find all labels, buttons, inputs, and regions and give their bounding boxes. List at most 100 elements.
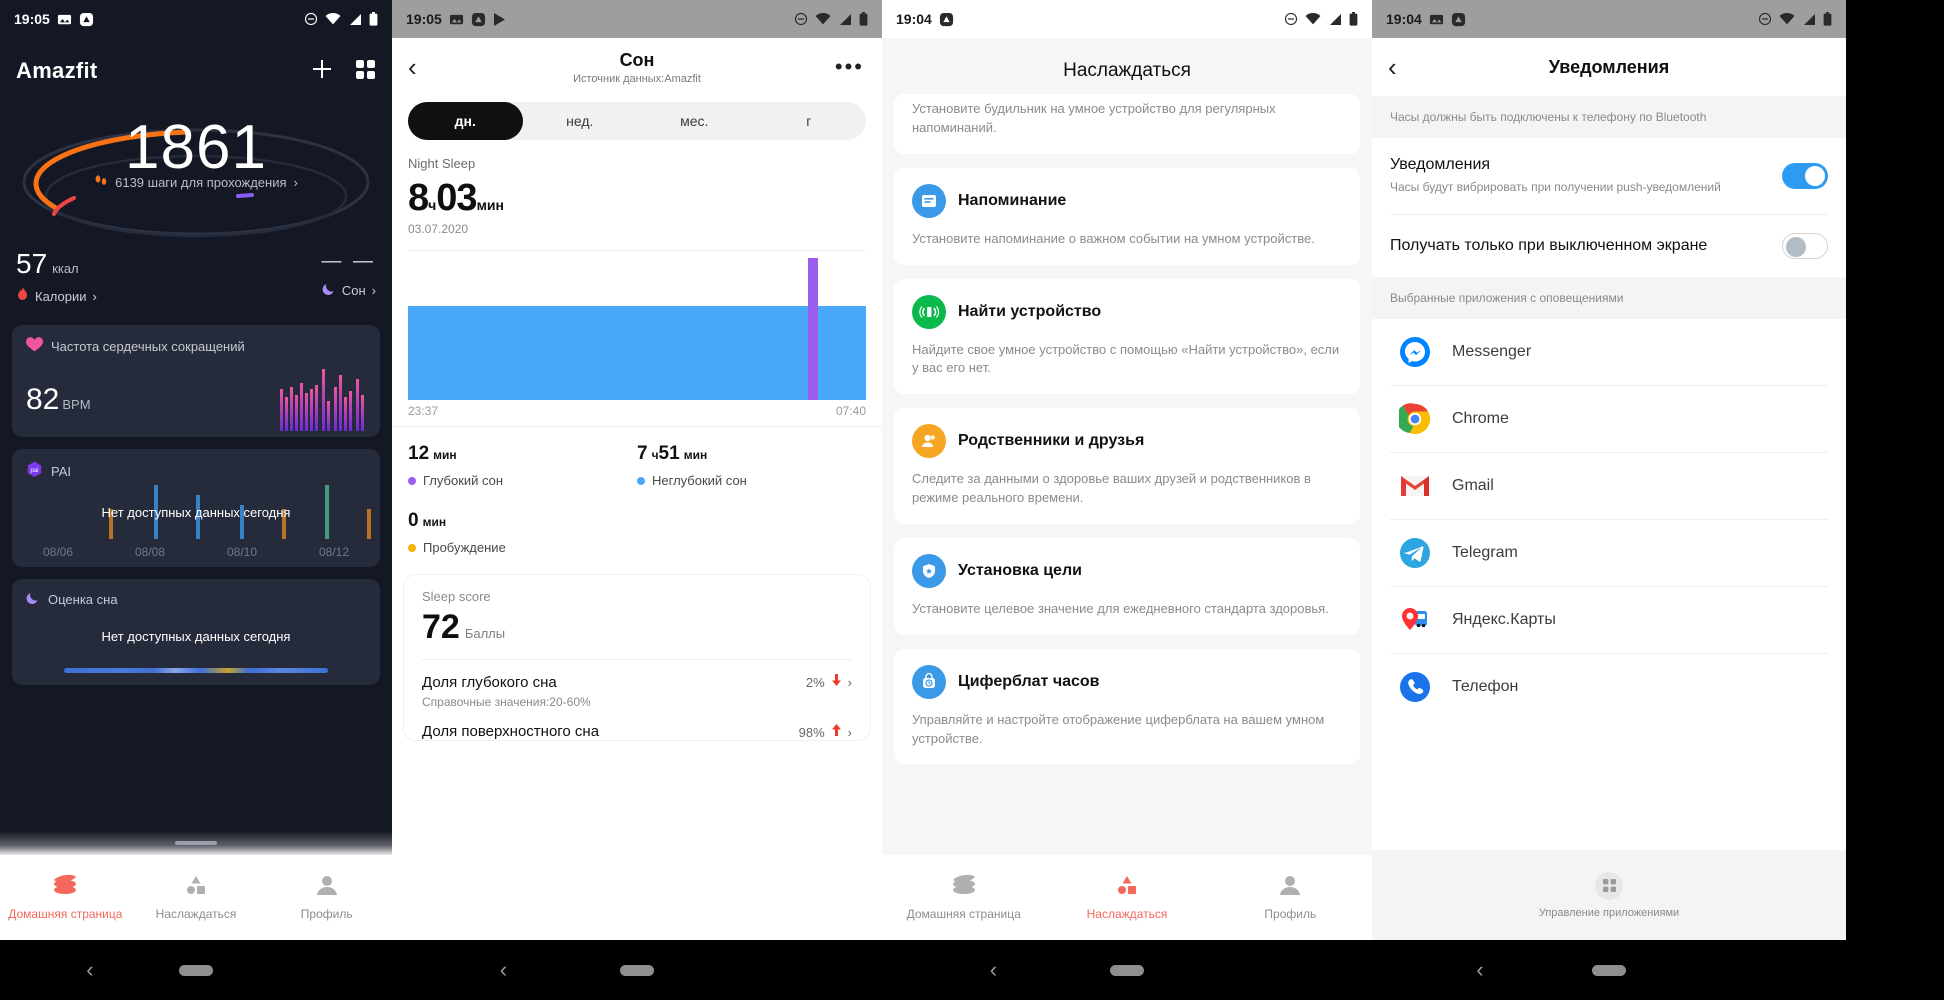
- steps-goal-label: 6139 шаги для прохождения: [115, 175, 287, 190]
- phone-icon: [1398, 670, 1432, 704]
- nav-item-enjoy[interactable]: Наслаждаться: [131, 874, 262, 921]
- people-icon: [912, 424, 946, 459]
- more-options-icon[interactable]: •••: [835, 54, 864, 80]
- app-row-gmail[interactable]: Gmail: [1372, 452, 1846, 519]
- app-row-yandex-maps[interactable]: Яндекс.Карты: [1372, 586, 1846, 653]
- app-bar-notifications: ‹ Уведомления: [1372, 38, 1846, 96]
- deep-sleep-bar: [808, 258, 818, 400]
- dnd-icon: [1284, 12, 1298, 26]
- nav-item-home[interactable]: Домашняя страница: [882, 874, 1045, 921]
- chevron-right-icon: ›: [293, 175, 298, 190]
- shapes-icon: [184, 874, 208, 901]
- chevron-right-icon: ›: [847, 724, 852, 740]
- screenshot-row: 19:05 Amazfit 1861 6139 шаги для прохожд…: [0, 0, 1944, 1000]
- nav-item-home[interactable]: Домашняя страница: [0, 874, 131, 921]
- card-goal-setting[interactable]: Установка цели Установите целевое значен…: [894, 537, 1360, 635]
- status-time: 19:05: [406, 11, 442, 27]
- screen-off-toggle[interactable]: [1782, 232, 1828, 259]
- status-time: 19:05: [14, 11, 50, 27]
- sleep-timeline-strip: [64, 668, 328, 673]
- app-row-messenger[interactable]: Messenger: [1372, 318, 1846, 385]
- amazfit-icon: [471, 12, 486, 27]
- system-back-icon[interactable]: ‹: [500, 957, 507, 983]
- system-back-icon[interactable]: ‹: [1476, 957, 1483, 983]
- period-segmented-control[interactable]: дн. нед. мес. г: [408, 102, 866, 140]
- nav-item-profile[interactable]: Профиль: [261, 874, 392, 921]
- segment-day[interactable]: дн.: [408, 102, 523, 140]
- app-name: Яндекс.Карты: [1452, 610, 1556, 628]
- segment-year[interactable]: г: [752, 102, 867, 140]
- app-row-chrome[interactable]: Chrome: [1372, 385, 1846, 452]
- card-sleep-score[interactable]: Оценка сна Нет доступных данных сегодня: [12, 579, 380, 685]
- steps-goal[interactable]: 6139 шаги для прохождения ›: [0, 174, 392, 191]
- heart-rate-unit: BPM: [62, 397, 91, 412]
- legend-name: Глубокий сон: [423, 473, 504, 488]
- card-find-device[interactable]: Найти устройство Найдите свое умное устр…: [894, 278, 1360, 395]
- page-title: Уведомления: [1548, 56, 1670, 77]
- plus-icon[interactable]: [311, 58, 333, 85]
- app-name: Телефон: [1452, 677, 1519, 695]
- system-home-pill[interactable]: [179, 964, 213, 976]
- watchface-icon: [912, 664, 946, 699]
- card-pai[interactable]: pai PAI Нет доступных данных сегодня 08/…: [12, 449, 380, 567]
- find-device-icon: [912, 294, 946, 329]
- segment-week[interactable]: нед.: [523, 102, 638, 140]
- legend-value-2: 51: [658, 443, 680, 464]
- card-desc: Управляйте и настройте отображение цифер…: [912, 711, 1325, 746]
- system-home-pill[interactable]: [1110, 964, 1144, 976]
- sleep-hours: 8: [408, 177, 429, 219]
- apps-grid-icon: [1595, 871, 1623, 900]
- setting-subtitle: Часы будут вибрировать при получении pus…: [1390, 180, 1721, 194]
- legend-dot: [408, 476, 416, 485]
- legend-value: 12: [408, 443, 430, 464]
- calories-stat[interactable]: 57 ккал Калории ›: [16, 250, 97, 305]
- system-home-pill[interactable]: [1592, 964, 1626, 976]
- sleep-stat[interactable]: — — Сон ›: [321, 250, 376, 299]
- nav-item-profile[interactable]: Профиль: [1209, 874, 1372, 921]
- card-desc: Следите за данными о здоровье ваших друз…: [912, 471, 1311, 506]
- app-row-telegram[interactable]: Telegram: [1372, 519, 1846, 586]
- sleep-score-card: Sleep score 72 Баллы Доля глубокого сна С…: [404, 575, 870, 740]
- sleep-minutes-unit: мин: [476, 197, 504, 213]
- setting-notifications[interactable]: Уведомления Часы будут вибрировать при п…: [1372, 138, 1846, 214]
- row-light-sleep-share[interactable]: Доля поверхностного сна 98% ›: [422, 709, 852, 740]
- calories-value: 57: [16, 248, 48, 279]
- bottom-nav-3: Домашняя страница Наслаждаться Профиль: [882, 855, 1372, 940]
- axis-start-time: 23:37: [408, 404, 439, 418]
- sheet-handle[interactable]: [0, 841, 392, 845]
- row-title: Доля глубокого сна: [422, 674, 557, 691]
- system-back-icon[interactable]: ‹: [86, 957, 93, 983]
- trend-down-icon: [831, 674, 842, 690]
- app-row-phone[interactable]: Телефон: [1372, 653, 1846, 720]
- grid-icon[interactable]: [355, 59, 376, 85]
- card-desc: Установите будильник на умное устройство…: [912, 101, 1276, 135]
- card-alarm-partial[interactable]: Установите будильник на умное устройство…: [894, 94, 1360, 154]
- status-bar-1: 19:05: [0, 0, 392, 38]
- sleep-empty-text: Нет доступных данных сегодня: [101, 629, 291, 644]
- manage-apps-button[interactable]: Управление приложениями: [1372, 850, 1846, 940]
- row-deep-sleep-share[interactable]: Доля глубокого сна Справочные значения:2…: [422, 660, 852, 709]
- segment-month[interactable]: мес.: [637, 102, 752, 140]
- svg-text:pai: pai: [30, 468, 38, 474]
- pai-date: 08/10: [226, 545, 258, 559]
- system-home-pill[interactable]: [620, 964, 654, 976]
- system-back-icon[interactable]: ‹: [990, 957, 997, 983]
- card-watch-face[interactable]: Циферблат часов Управляйте и настройте о…: [894, 648, 1360, 765]
- signal-icon: [348, 13, 362, 26]
- system-nav-3: ‹: [882, 940, 1372, 1000]
- nav-item-enjoy[interactable]: Наслаждаться: [1045, 874, 1208, 921]
- card-family-friends[interactable]: Родственники и друзья Следите за данными…: [894, 408, 1360, 524]
- card-heart-rate[interactable]: Частота сердечных сокращений 82 BPM: [12, 325, 380, 437]
- row-subtitle: Справочные значения:20-60%: [422, 695, 591, 709]
- notifications-toggle[interactable]: [1782, 162, 1828, 189]
- person-icon: [1278, 874, 1302, 901]
- heart-rate-sparkline: [280, 369, 364, 431]
- gmail-icon: [1398, 469, 1432, 503]
- setting-screen-off-only[interactable]: Получать только при выключенном экране: [1372, 214, 1846, 277]
- status-time: 19:04: [1386, 11, 1422, 27]
- card-title: Найти устройство: [958, 302, 1102, 320]
- chevron-right-icon: ›: [847, 674, 852, 690]
- card-reminder[interactable]: Напоминание Установите напоминание о важ…: [894, 167, 1360, 265]
- image-icon: [57, 12, 72, 27]
- legend-unit: мин: [683, 448, 708, 462]
